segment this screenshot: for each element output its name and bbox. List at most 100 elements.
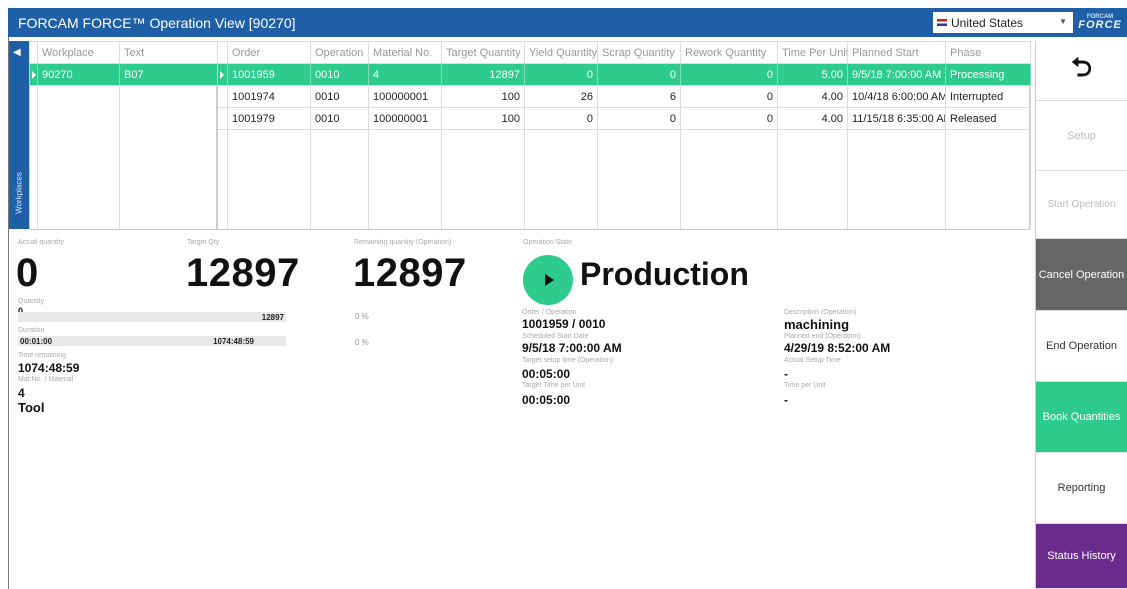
cell-rework-qty[interactable]: 0 bbox=[680, 63, 778, 86]
col-phase[interactable]: Phase bbox=[945, 41, 1031, 64]
col-yield-qty[interactable]: Yield Quantity bbox=[524, 41, 598, 64]
workplaces-tab[interactable]: ◀ Workplaces bbox=[9, 41, 29, 229]
col-workplace[interactable]: Workplace bbox=[37, 41, 120, 64]
cell-yield-qty[interactable]: 26 bbox=[524, 85, 598, 108]
cell-scrap-qty[interactable]: 6 bbox=[597, 85, 681, 108]
table-row[interactable]: 90270 B07 bbox=[29, 63, 218, 86]
description-value: machining bbox=[784, 317, 850, 332]
operations-table: Order Operation Material No. Target Quan… bbox=[217, 41, 1031, 229]
col-planned-start[interactable]: Planned Start bbox=[847, 41, 946, 64]
cell-phase[interactable]: Released bbox=[945, 107, 1031, 130]
quantity-percent: 0 % bbox=[355, 312, 369, 321]
table-row[interactable]: 1001979 0010 100000001 100 0 0 0 4.00 11… bbox=[217, 107, 1031, 130]
col-target-qty[interactable]: Target Quantity bbox=[441, 41, 525, 64]
cell-target-qty[interactable]: 100 bbox=[441, 107, 525, 130]
logo-big-text: FORCE bbox=[1078, 19, 1122, 31]
quantity-progress-bar: 12897 bbox=[18, 312, 286, 322]
cell-time-per-unit[interactable]: 5.00 bbox=[777, 63, 848, 86]
actual-quantity-label: Actual quantity bbox=[18, 239, 64, 246]
duration-percent: 0 % bbox=[355, 338, 369, 347]
table-filler-row bbox=[217, 129, 1031, 229]
cell-time-per-unit[interactable]: 4.00 bbox=[777, 107, 848, 130]
description-label: Description (Operation) bbox=[784, 309, 857, 316]
table-filler-row bbox=[29, 85, 218, 230]
cell-scrap-qty[interactable]: 0 bbox=[597, 63, 681, 86]
row-selector[interactable] bbox=[217, 85, 228, 108]
cell-yield-qty[interactable]: 0 bbox=[524, 63, 598, 86]
duration-bar-total: 1074:48:59 bbox=[213, 336, 254, 346]
row-selector[interactable] bbox=[217, 63, 228, 86]
cell-order[interactable]: 1001974 bbox=[227, 85, 311, 108]
material-label: Mat.No. / Material bbox=[18, 376, 74, 383]
quantity-label: Quantity bbox=[18, 298, 45, 305]
cell-order[interactable]: 1001959 bbox=[227, 63, 311, 86]
col-order[interactable]: Order bbox=[227, 41, 311, 64]
status-history-button[interactable]: Status History bbox=[1036, 524, 1127, 589]
cell-material[interactable]: 4 bbox=[368, 63, 442, 86]
target-qty-value: 12897 bbox=[186, 251, 300, 295]
cell-planned-start[interactable]: 9/5/18 7:00:00 AM bbox=[847, 63, 946, 86]
col-rework-qty[interactable]: Rework Quantity bbox=[680, 41, 778, 64]
cell-text[interactable]: B07 bbox=[119, 63, 218, 86]
row-arrow-icon bbox=[219, 71, 224, 79]
cell-material[interactable]: 100000001 bbox=[368, 107, 442, 130]
cell-scrap-qty[interactable]: 0 bbox=[597, 107, 681, 130]
col-material[interactable]: Material No. bbox=[368, 41, 442, 64]
cell-time-per-unit[interactable]: 4.00 bbox=[777, 85, 848, 108]
target-qty-label: Target Qty bbox=[187, 239, 220, 246]
cell-phase[interactable]: Interrupted bbox=[945, 85, 1031, 108]
cell-phase[interactable]: Processing bbox=[945, 63, 1031, 86]
back-arrow-icon: ⮌ bbox=[1071, 51, 1092, 82]
cell-target-qty[interactable]: 12897 bbox=[441, 63, 525, 86]
arrow-left-icon[interactable]: ◀ bbox=[13, 47, 21, 58]
country-value: United States bbox=[951, 15, 1024, 30]
time-per-unit-label: Time per Unit bbox=[784, 382, 826, 389]
setup-button[interactable]: Setup bbox=[1036, 101, 1127, 171]
planned-end-label: Planned end (Operation) bbox=[784, 333, 861, 340]
cell-operation[interactable]: 0010 bbox=[310, 63, 369, 86]
cell-planned-start[interactable]: 10/4/18 6:00:00 AM bbox=[847, 85, 946, 108]
workplaces-table: Workplace Text 90270 B07 bbox=[29, 41, 218, 230]
setup-time-value: 00:05:00 bbox=[522, 367, 571, 381]
table-row[interactable]: 1001974 0010 100000001 100 26 6 0 4.00 1… bbox=[217, 85, 1031, 108]
col-operation[interactable]: Operation bbox=[310, 41, 369, 64]
end-operation-button[interactable]: End Operation bbox=[1036, 311, 1127, 382]
country-select[interactable]: United States ▼ bbox=[933, 12, 1073, 33]
scheduled-start-label: Scheduled Start Date bbox=[522, 333, 589, 340]
col-scrap-qty[interactable]: Scrap Quantity bbox=[597, 41, 681, 64]
back-button[interactable]: ⮌ bbox=[1036, 41, 1127, 101]
duration-value: 00:01:00 bbox=[20, 336, 53, 346]
header-rowsel bbox=[29, 41, 38, 64]
cell-rework-qty[interactable]: 0 bbox=[680, 107, 778, 130]
book-quantities-button[interactable]: Book Quantities bbox=[1036, 382, 1127, 453]
cell-workplace[interactable]: 90270 bbox=[37, 63, 120, 86]
material-name-value: Tool bbox=[18, 400, 45, 415]
start-operation-button[interactable]: Start Operation bbox=[1036, 171, 1127, 239]
cell-material[interactable]: 100000001 bbox=[368, 85, 442, 108]
actual-setup-value: - bbox=[784, 367, 788, 381]
row-selector[interactable] bbox=[29, 63, 38, 86]
reporting-button[interactable]: Reporting bbox=[1036, 453, 1127, 524]
cell-operation[interactable]: 0010 bbox=[310, 85, 369, 108]
time-remaining-value: 1074:48:59 bbox=[18, 361, 80, 375]
forcam-logo: FORCAM FORCE bbox=[1078, 12, 1122, 33]
cell-rework-qty[interactable]: 0 bbox=[680, 85, 778, 108]
table-row[interactable]: 1001959 0010 4 12897 0 0 0 5.00 9/5/18 7… bbox=[217, 63, 1031, 86]
scheduled-start-value: 9/5/18 7:00:00 AM bbox=[522, 341, 622, 355]
remaining-value: 12897 bbox=[353, 251, 467, 295]
col-text[interactable]: Text bbox=[119, 41, 218, 64]
cell-target-qty[interactable]: 100 bbox=[441, 85, 525, 108]
actual-quantity-value: 0 bbox=[16, 251, 39, 295]
operation-state-value: Production bbox=[580, 256, 749, 292]
us-flag-icon bbox=[937, 19, 947, 26]
col-time-per-unit[interactable]: Time Per Unit bbox=[777, 41, 848, 64]
workplaces-tab-label: Workplaces bbox=[14, 172, 24, 214]
chevron-down-icon: ▼ bbox=[1059, 17, 1067, 26]
cell-yield-qty[interactable]: 0 bbox=[524, 107, 598, 130]
cancel-operation-button[interactable]: Cancel Operation bbox=[1036, 239, 1127, 311]
cell-operation[interactable]: 0010 bbox=[310, 107, 369, 130]
cell-order[interactable]: 1001979 bbox=[227, 107, 311, 130]
cell-planned-start[interactable]: 11/15/18 6:35:00 AM bbox=[847, 107, 946, 130]
row-selector[interactable] bbox=[217, 107, 228, 130]
target-time-unit-label: Target Time per Unit bbox=[522, 382, 586, 389]
